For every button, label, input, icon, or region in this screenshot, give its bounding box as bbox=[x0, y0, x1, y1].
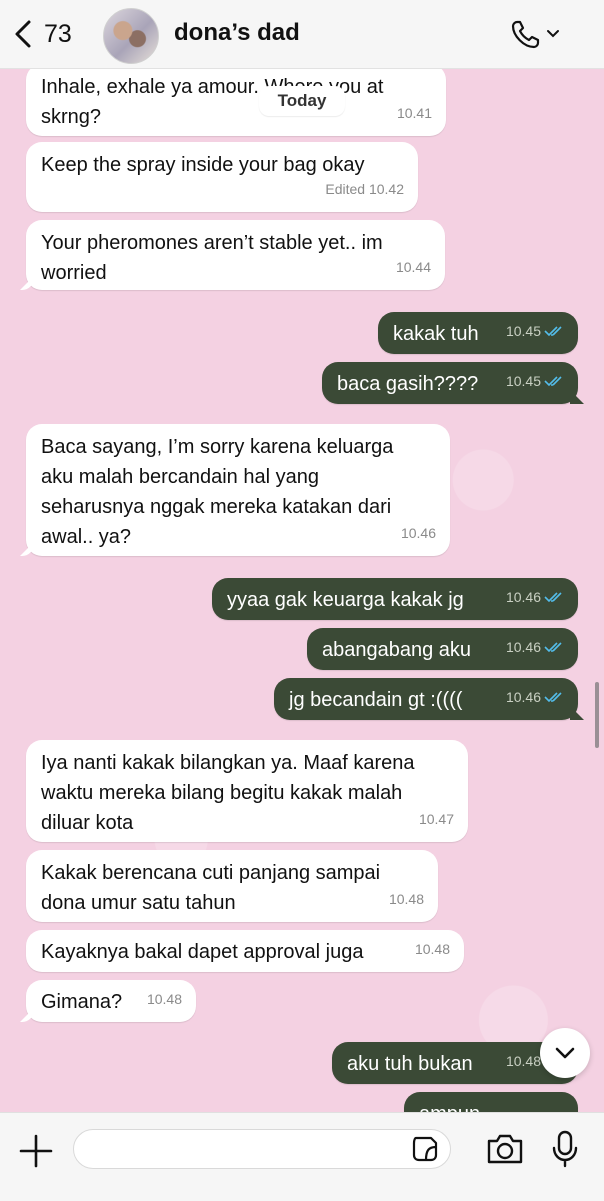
double-check-icon bbox=[544, 642, 562, 653]
message-incoming[interactable]: Inhale, exhale ya amour. Where you at sk… bbox=[26, 64, 446, 136]
message-text: Kakak berencana cuti panjang sampai dona… bbox=[41, 862, 381, 914]
message-time: 10.48 bbox=[146, 991, 182, 1007]
message-outgoing[interactable]: yyaa gak keuarga kakak jg 10.46 bbox=[212, 578, 578, 620]
message-text: Your pheromones aren’t stable yet.. im w… bbox=[41, 232, 383, 284]
message-incoming[interactable]: Kayaknya bakal dapet approval juga 10.48 bbox=[26, 930, 464, 972]
contact-avatar[interactable] bbox=[103, 8, 159, 64]
message-outgoing[interactable]: jg becandain gt :(((( 10.46 bbox=[274, 678, 578, 720]
message-composer bbox=[0, 1112, 604, 1201]
message-time: 10.46 bbox=[506, 632, 564, 662]
message-text: Inhale, exhale ya amour. Where you at sk… bbox=[41, 76, 384, 128]
message-time: 10.48 bbox=[414, 941, 450, 957]
message-input[interactable] bbox=[73, 1129, 451, 1169]
message-incoming[interactable]: Baca sayang, I’m sorry karena keluarga a… bbox=[26, 424, 450, 556]
chevron-left-icon bbox=[15, 20, 31, 48]
message-time: 10.46 bbox=[506, 682, 564, 712]
message-text: Iya nanti kakak bilangkan ya. Maaf karen… bbox=[41, 752, 415, 834]
unread-count: 73 bbox=[44, 19, 72, 48]
call-button[interactable] bbox=[510, 16, 574, 52]
double-check-icon bbox=[544, 692, 562, 703]
message-time: 10.45 bbox=[506, 366, 564, 396]
message-time: 10.41 bbox=[396, 105, 432, 121]
contact-name[interactable]: dona’s dad bbox=[174, 19, 300, 47]
message-time: 10.47 bbox=[418, 811, 454, 827]
message-time: 10.46 bbox=[400, 525, 436, 541]
message-outgoing[interactable]: baca gasih???? 10.45 bbox=[322, 362, 578, 404]
plus-icon[interactable] bbox=[18, 1133, 54, 1169]
message-time-text: 10.45 bbox=[505, 373, 541, 389]
message-time: 10.44 bbox=[395, 259, 431, 275]
message-time: Edited 10.42 bbox=[325, 181, 404, 197]
message-time: 10.45 bbox=[506, 316, 564, 346]
message-incoming[interactable]: Keep the spray inside your bag okay Edit… bbox=[26, 142, 418, 212]
message-text: Kayaknya bakal dapet approval juga bbox=[41, 941, 364, 963]
message-time-text: 10.48 bbox=[505, 1053, 541, 1069]
camera-icon[interactable] bbox=[485, 1131, 525, 1167]
message-time-text: 10.46 bbox=[505, 639, 541, 655]
message-time-text: 10.46 bbox=[505, 689, 541, 705]
date-separator: Today bbox=[259, 86, 345, 116]
double-check-icon bbox=[544, 376, 562, 387]
chat-header: 73 dona’s dad bbox=[0, 0, 604, 69]
message-time: 10.48 bbox=[388, 891, 424, 907]
message-outgoing[interactable]: kakak tuh 10.45 bbox=[378, 312, 578, 354]
message-time: 10.46 bbox=[506, 582, 564, 612]
message-incoming[interactable]: Your pheromones aren’t stable yet.. im w… bbox=[26, 220, 445, 290]
message-outgoing[interactable]: abangabang aku 10.46 bbox=[307, 628, 578, 670]
double-check-icon bbox=[544, 592, 562, 603]
sticker-icon[interactable] bbox=[411, 1135, 439, 1163]
microphone-icon[interactable] bbox=[551, 1129, 579, 1169]
message-time-text: 10.45 bbox=[505, 323, 541, 339]
message-time-text: 10.46 bbox=[505, 589, 541, 605]
back-button[interactable]: 73 bbox=[12, 18, 92, 50]
double-check-icon bbox=[544, 326, 562, 337]
chevron-down-icon bbox=[547, 30, 559, 38]
message-incoming[interactable]: Kakak berencana cuti panjang sampai dona… bbox=[26, 850, 438, 922]
phone-icon bbox=[511, 20, 540, 49]
scrollbar[interactable] bbox=[595, 682, 599, 748]
scroll-to-bottom-button[interactable] bbox=[540, 1028, 590, 1078]
message-text: Baca sayang, I’m sorry karena keluarga a… bbox=[41, 436, 394, 548]
message-incoming[interactable]: Gimana? 10.48 bbox=[26, 980, 196, 1022]
chevron-down-icon bbox=[555, 1047, 575, 1059]
message-incoming[interactable]: Iya nanti kakak bilangkan ya. Maaf karen… bbox=[26, 740, 468, 842]
